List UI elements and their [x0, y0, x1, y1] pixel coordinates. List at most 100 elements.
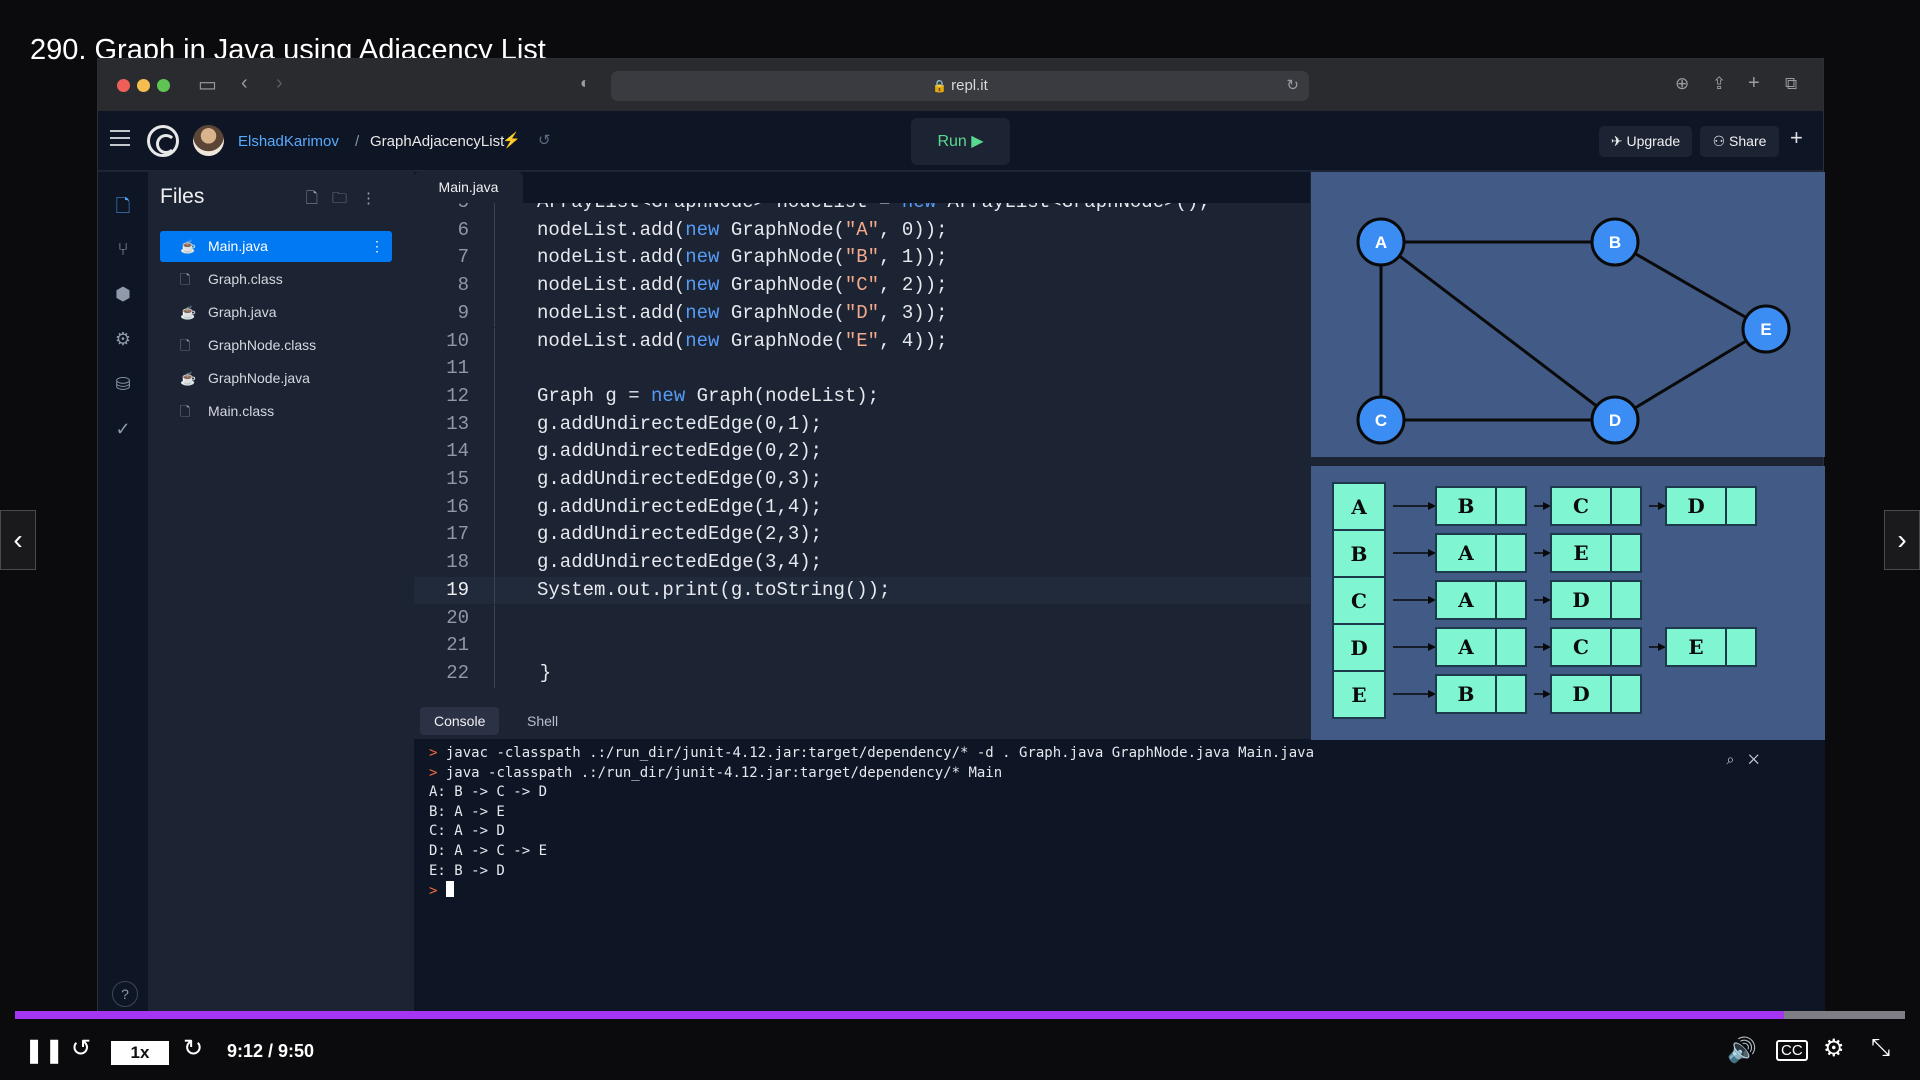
- code-line[interactable]: 18 g.addUndirectedEdge(3,4);: [414, 549, 1310, 577]
- file-name: Graph.java: [208, 304, 277, 320]
- line-number: 15: [446, 468, 469, 490]
- share-label: Share: [1729, 133, 1767, 149]
- line-code: g.addUndirectedEdge(0,3);: [537, 468, 823, 490]
- file-item[interactable]: 🗋 Graph.class: [160, 264, 392, 295]
- tab-shell[interactable]: Shell: [513, 707, 572, 735]
- code-line[interactable]: 5 ArrayList<GraphNode> nodeList = new Arr…: [414, 203, 1310, 217]
- settings-icon[interactable]: ⚙: [111, 329, 135, 353]
- menu-icon[interactable]: [110, 130, 130, 146]
- clear-icon[interactable]: ✕: [1748, 751, 1773, 767]
- maximize-window-button[interactable]: [157, 79, 170, 92]
- code-line[interactable]: 14 g.addUndirectedEdge(0,2);: [414, 438, 1310, 466]
- code-line[interactable]: 8 nodeList.add(new GraphNode("C", 2));: [414, 272, 1310, 300]
- adjacency-next-cell: [1725, 627, 1757, 667]
- adjacency-next-cell: [1725, 486, 1757, 526]
- exit-fullscreen-icon[interactable]: ⤡: [1871, 1034, 1890, 1062]
- line-code: g.addUndirectedEdge(3,4);: [537, 551, 823, 574]
- share-button[interactable]: ⚇ Share: [1700, 126, 1779, 157]
- close-window-button[interactable]: [117, 79, 130, 92]
- new-tab-icon[interactable]: +: [1748, 72, 1760, 95]
- arrowhead: [1658, 502, 1666, 510]
- new-folder-icon[interactable]: 🗀: [332, 190, 361, 207]
- chevron-right-icon: ›: [1897, 524, 1907, 555]
- settings-gear-icon[interactable]: ⚙: [1823, 1034, 1845, 1063]
- code-line[interactable]: 11: [414, 355, 1310, 383]
- minimize-window-button[interactable]: [137, 79, 150, 92]
- upgrade-button[interactable]: ✈ Upgrade: [1599, 126, 1692, 157]
- files-icon[interactable]: 🗋: [111, 194, 135, 218]
- database-icon[interactable]: ⛁: [111, 374, 135, 398]
- file-item[interactable]: 🗋 Main.class: [160, 396, 392, 427]
- repl-name[interactable]: GraphAdjacencyList: [370, 133, 504, 150]
- next-lecture-button[interactable]: ›: [1884, 510, 1920, 570]
- code-line[interactable]: 16 g.addUndirectedEdge(1,4);: [414, 493, 1310, 522]
- file-name: GraphNode.java: [208, 370, 310, 386]
- prev-lecture-button[interactable]: ‹: [0, 510, 36, 570]
- avatar[interactable]: [193, 125, 224, 156]
- history-icon[interactable]: ↺: [538, 131, 551, 149]
- add-pane-button[interactable]: +: [1790, 125, 1803, 151]
- line-number: 21: [446, 634, 469, 657]
- video-player: 290. Graph in Java using Adjacency List …: [0, 0, 1920, 1080]
- shield-icon[interactable]: ◐: [580, 75, 590, 93]
- java-file-icon: ☕: [180, 239, 197, 254]
- forward-icon[interactable]: ›: [276, 72, 283, 95]
- volume-icon[interactable]: 🔊: [1727, 1036, 1757, 1065]
- packages-icon[interactable]: ⬢: [111, 284, 135, 308]
- rewind-icon[interactable]: ↺: [71, 1034, 91, 1063]
- console-output[interactable]: > javac -classpath .:/run_dir/junit-4.12…: [429, 744, 1314, 902]
- run-button[interactable]: Run ▶: [911, 118, 1010, 165]
- code-line[interactable]: 20: [414, 604, 1310, 633]
- search-icon[interactable]: ⌕: [1726, 751, 1748, 767]
- version-control-icon[interactable]: ⑂: [111, 239, 135, 263]
- file-item[interactable]: ☕ GraphNode.java: [160, 363, 392, 394]
- code-line[interactable]: 19 System.out.print(g.toString());: [414, 576, 1310, 605]
- reload-icon[interactable]: ↻: [1286, 71, 1299, 101]
- playback-speed-button[interactable]: 1x: [111, 1041, 169, 1065]
- adjacency-list-diagram: ABCDBAECADDACEEBD: [1311, 466, 1825, 740]
- graph-edge-BE: [1614, 240, 1767, 331]
- code-area[interactable]: 5 ArrayList<GraphNode> nodeList = new Arr…: [414, 203, 1310, 700]
- adjacency-cell-label: A: [1457, 635, 1474, 659]
- adjacency-cell-label: C: [1573, 635, 1589, 659]
- code-line[interactable]: 9 nodeList.add(new GraphNode("D", 3));: [414, 299, 1310, 328]
- check-icon[interactable]: ✓: [111, 419, 135, 443]
- pause-button[interactable]: ❚❚: [24, 1036, 64, 1065]
- tab-main-java[interactable]: Main.java: [414, 172, 523, 203]
- line-number: 6: [457, 218, 469, 241]
- tabs-overview-icon[interactable]: ⧉: [1785, 74, 1797, 94]
- address-bar[interactable]: 🔒 repl.it ↻: [611, 71, 1309, 101]
- tab-console[interactable]: Console: [420, 707, 500, 735]
- files-panel: Files 🗋🗀⋮ ☕ Main.java ⋮ 🗋 Graph.class ☕ Graph.…: [148, 172, 400, 1016]
- download-icon[interactable]: ⊕: [1675, 74, 1689, 94]
- file-menu-icon[interactable]: ⋮: [370, 231, 384, 262]
- file-item[interactable]: ☕ Graph.java: [160, 297, 392, 328]
- new-file-icon[interactable]: 🗋: [306, 190, 332, 207]
- code-line[interactable]: 6 nodeList.add(new GraphNode("A", 0));: [414, 216, 1310, 245]
- arrowhead: [1428, 549, 1436, 557]
- more-icon[interactable]: ⋮: [361, 190, 390, 207]
- user-link[interactable]: ElshadKarimov: [238, 133, 339, 150]
- boost-icon[interactable]: ⚡: [502, 131, 521, 149]
- adjacency-cell-label: A: [1350, 495, 1367, 519]
- line-number: 7: [457, 246, 469, 269]
- sidebar-toggle-icon[interactable]: ▭: [198, 72, 217, 97]
- back-icon[interactable]: ‹: [241, 72, 248, 95]
- file-item[interactable]: ☕ Main.java ⋮: [160, 231, 392, 262]
- code-line[interactable]: 7 nodeList.add(new GraphNode("B", 1));: [414, 244, 1310, 273]
- code-line[interactable]: 15 g.addUndirectedEdge(0,3);: [414, 466, 1310, 494]
- code-line[interactable]: 13 g.addUndirectedEdge(0,1);: [414, 410, 1310, 439]
- code-line[interactable]: 12 Graph g = new Graph(nodeList);: [414, 382, 1310, 411]
- code-line[interactable]: 21: [414, 632, 1310, 660]
- captions-icon[interactable]: CC: [1776, 1040, 1808, 1061]
- code-line[interactable]: 10 nodeList.add(new GraphNode("E", 4));: [414, 327, 1310, 356]
- share-icon[interactable]: ⇪: [1712, 74, 1726, 94]
- code-line[interactable]: 17 g.addUndirectedEdge(2,3);: [414, 521, 1310, 550]
- progress-bar[interactable]: [15, 1011, 1905, 1019]
- forward-icon[interactable]: ↻: [183, 1034, 203, 1063]
- code-editor: Main.java 5 ArrayList<GraphNode> nodeList…: [414, 172, 1310, 700]
- code-line[interactable]: 22 }: [414, 659, 1310, 688]
- replit-logo-icon[interactable]: [147, 125, 179, 157]
- file-item[interactable]: 🗋 GraphNode.class: [160, 330, 392, 361]
- help-icon[interactable]: ?: [112, 981, 138, 1007]
